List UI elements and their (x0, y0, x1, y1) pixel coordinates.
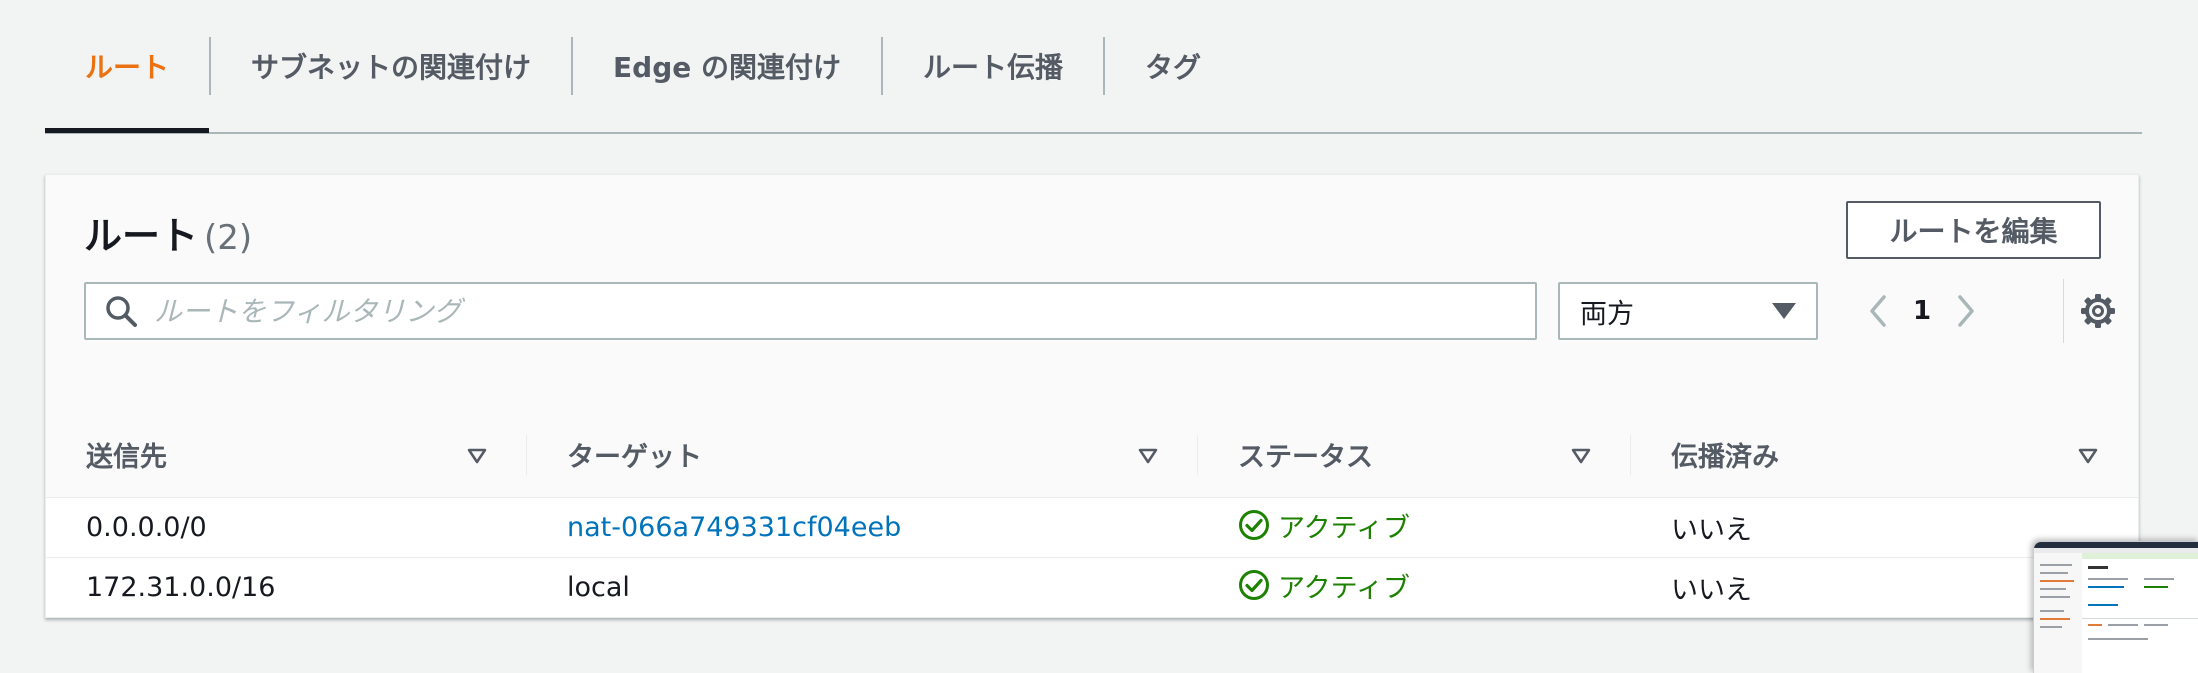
caret-down-icon (1772, 303, 1796, 319)
pager-divider (2063, 279, 2064, 343)
table-header-row: 送信先 ターゲット ステータス 伝播済み (46, 413, 2138, 498)
sort-icon[interactable] (1571, 446, 1591, 466)
status-text: アクティブ (1278, 572, 1411, 604)
previous-page-button[interactable] (1856, 282, 1900, 340)
propagation-select[interactable]: 両方 (1558, 282, 1818, 340)
propagation-select-value: 両方 (1580, 298, 1634, 330)
route-filter-input[interactable] (152, 293, 1535, 329)
route-filter (84, 282, 1537, 340)
status-badge: アクティブ (1238, 566, 1410, 605)
tab-routes[interactable]: ルート (45, 1, 210, 133)
tab-subnet-associations[interactable]: サブネットの関連付け (211, 1, 571, 131)
column-header-label: ステータス (1238, 442, 1373, 474)
panel-title-text: ルート (84, 214, 199, 258)
column-header-status[interactable]: ステータス (1198, 413, 1631, 498)
column-header-propagated[interactable]: 伝播済み (1631, 413, 2138, 498)
tab-route-propagation[interactable]: ルート伝播 (883, 1, 1103, 131)
panel-header: ルート(2) ルートを編集 両方 1 (46, 175, 2138, 414)
gear-icon[interactable] (2080, 293, 2116, 329)
tab-edge-associations[interactable]: Edge の関連付け (573, 1, 881, 131)
panel-title: ルート (2) (84, 205, 252, 260)
tab-label: ルート (85, 51, 170, 84)
tab-bar: ルート サブネットの関連付け Edge の関連付け ルート伝播 タグ (45, 0, 2142, 134)
status-cell: アクティブ (1198, 557, 1631, 617)
status-check-icon (1239, 510, 1269, 541)
column-header-destination[interactable]: 送信先 (46, 413, 527, 498)
sort-icon[interactable] (2078, 446, 2098, 466)
column-header-target[interactable]: ターゲット (527, 413, 1198, 498)
sort-icon[interactable] (1138, 446, 1158, 466)
column-header-label: 伝播済み (1671, 442, 1779, 474)
current-page[interactable]: 1 (1900, 296, 1944, 326)
column-header-label: 送信先 (86, 442, 167, 474)
status-badge: アクティブ (1238, 506, 1410, 545)
tab-label: タグ (1145, 51, 1202, 84)
screenshot-preview-image (2034, 542, 2198, 673)
pagination: 1 (1856, 282, 1988, 340)
chevron-right-icon (1958, 295, 1974, 327)
destination-cell: 0.0.0.0/0 (46, 497, 527, 558)
tab-label: Edge の関連付け (613, 51, 841, 84)
destination-cell: 172.31.0.0/16 (46, 557, 527, 617)
target-cell: nat-066a749331cf04eeb (527, 497, 1198, 558)
route-count: (2) (204, 218, 253, 258)
target-link[interactable]: nat-066a749331cf04eeb (567, 512, 901, 543)
screenshot-thumbnail[interactable] (2033, 541, 2198, 673)
table-row: 0.0.0.0/0 nat-066a749331cf04eeb アクティブ いい… (46, 497, 2138, 558)
next-page-button[interactable] (1944, 282, 1988, 340)
routes-panel: ルート(2) ルートを編集 両方 1 (45, 174, 2139, 618)
column-header-label: ターゲット (567, 442, 702, 474)
table-row: 172.31.0.0/16 local アクティブ いいえ (46, 557, 2138, 617)
status-check-icon (1239, 570, 1269, 601)
tab-label: サブネットの関連付け (251, 51, 532, 84)
routes-table: 送信先 ターゲット ステータス 伝播済み 0.0.0.0/0 nat-066a7… (46, 413, 2138, 617)
status-text: アクティブ (1278, 512, 1411, 544)
status-cell: アクティブ (1198, 497, 1631, 558)
sort-icon[interactable] (467, 446, 487, 466)
edit-routes-button[interactable]: ルートを編集 (1846, 201, 2101, 259)
chevron-left-icon (1870, 295, 1886, 327)
target-cell: local (527, 557, 1198, 617)
tab-tags[interactable]: タグ (1105, 1, 1241, 131)
tab-label: ルート伝播 (922, 51, 1063, 84)
search-icon (106, 296, 137, 327)
